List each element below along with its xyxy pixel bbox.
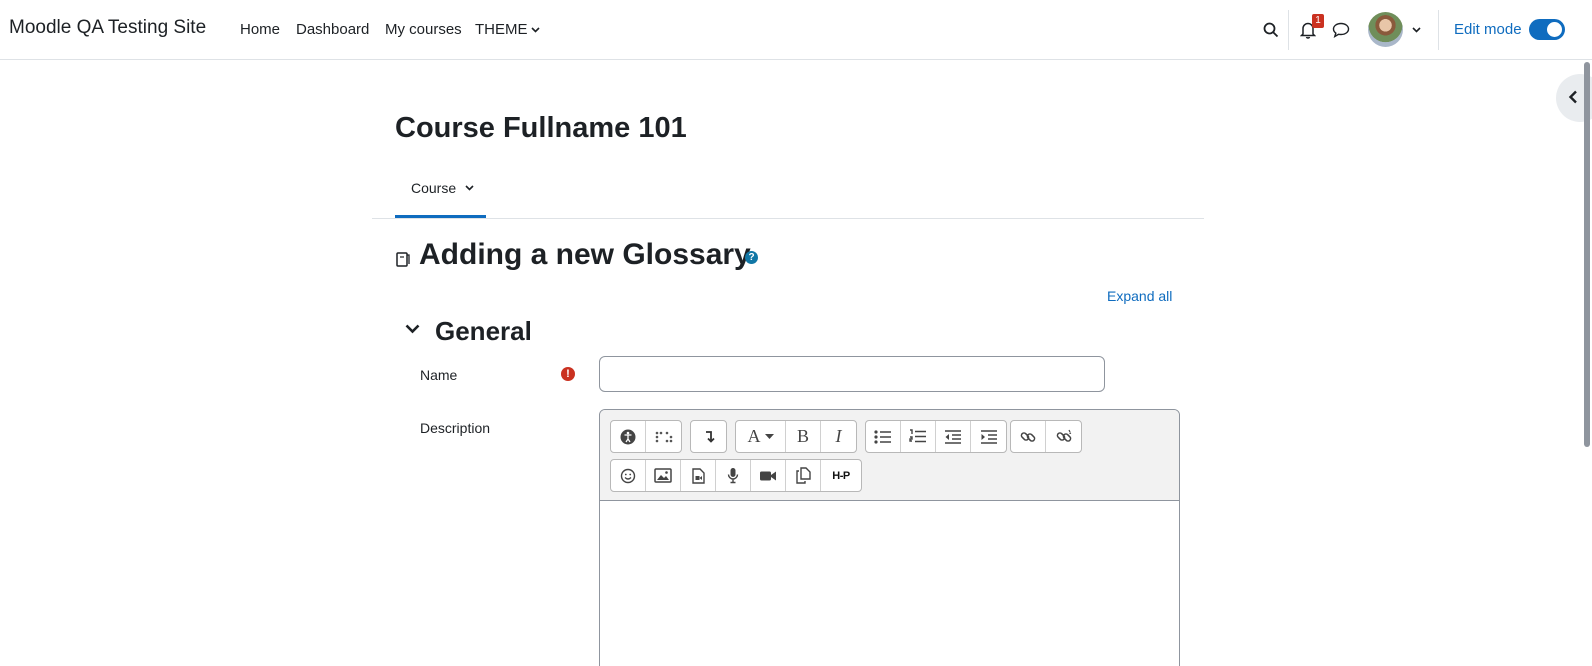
accessibility-checker-icon[interactable] <box>611 421 646 452</box>
unordered-list-icon[interactable] <box>866 421 901 452</box>
page-heading: Adding a new Glossary <box>419 238 751 271</box>
manage-files-icon[interactable] <box>786 460 821 491</box>
italic-icon[interactable]: I <box>821 421 856 452</box>
help-icon[interactable]: ? <box>745 251 758 264</box>
nav-theme-label: THEME <box>475 21 528 38</box>
edit-mode-label[interactable]: Edit mode <box>1454 21 1522 38</box>
record-video-icon[interactable] <box>751 460 786 491</box>
unlink-icon[interactable] <box>1046 421 1081 452</box>
nav-dashboard[interactable]: Dashboard <box>296 21 369 38</box>
description-editor: A B I H-P <box>599 409 1180 666</box>
font-style-label: A <box>747 426 761 446</box>
navbar-divider <box>1288 10 1289 50</box>
chevron-down-icon <box>530 27 540 33</box>
nav-home[interactable]: Home <box>240 21 280 38</box>
user-avatar[interactable] <box>1368 12 1403 47</box>
italic-label: I <box>835 426 842 446</box>
edit-mode-toggle[interactable] <box>1529 19 1565 40</box>
toolbar-group-accessibility <box>610 420 682 453</box>
expand-all-link[interactable]: Expand all <box>1107 288 1172 304</box>
editor-toolbar: A B I H-P <box>600 410 1179 501</box>
toolbar-group-insert: H-P <box>610 459 862 492</box>
toolbar-group-links <box>1010 420 1082 453</box>
tab-course[interactable]: Course <box>395 170 486 218</box>
section-general-title[interactable]: General <box>435 316 532 347</box>
nav-my-courses[interactable]: My courses <box>385 21 462 38</box>
image-icon[interactable] <box>646 460 681 491</box>
tab-divider <box>372 218 1204 219</box>
site-brand[interactable]: Moodle QA Testing Site <box>9 17 206 39</box>
toggle-knob <box>1547 22 1562 37</box>
emoji-icon[interactable] <box>611 460 646 491</box>
chevron-down-icon[interactable] <box>1412 27 1421 33</box>
search-icon[interactable] <box>1263 22 1279 38</box>
name-input[interactable] <box>599 356 1105 392</box>
bold-label: B <box>796 426 809 446</box>
bold-icon[interactable]: B <box>786 421 821 452</box>
navbar-divider <box>1438 10 1439 50</box>
screenreader-helper-icon[interactable] <box>646 421 681 452</box>
course-title: Course Fullname 101 <box>395 112 687 144</box>
description-label: Description <box>420 420 491 436</box>
toolbar-group-style: A B I <box>735 420 857 453</box>
record-audio-icon[interactable] <box>716 460 751 491</box>
name-label: Name <box>420 367 458 383</box>
h5p-icon[interactable]: H-P <box>821 460 861 491</box>
outdent-icon[interactable] <box>936 421 971 452</box>
nav-theme[interactable]: THEME <box>475 21 540 38</box>
glossary-icon <box>396 252 410 267</box>
h5p-label: H-P <box>832 469 850 482</box>
top-navbar: Moodle QA Testing Site Home Dashboard My… <box>0 0 1592 60</box>
toolbar-group-more <box>690 420 727 453</box>
chevron-down-icon[interactable] <box>405 324 420 334</box>
notification-count-badge: 1 <box>1312 14 1324 28</box>
toolbar-group-lists <box>865 420 1007 453</box>
page-scrollbar[interactable] <box>1584 62 1590 447</box>
chevron-down-icon <box>465 185 474 191</box>
media-icon[interactable] <box>681 460 716 491</box>
chat-bubble-icon[interactable] <box>1332 22 1350 38</box>
font-style-icon[interactable]: A <box>736 421 786 452</box>
ordered-list-icon[interactable] <box>901 421 936 452</box>
link-icon[interactable] <box>1011 421 1046 452</box>
show-more-icon[interactable] <box>691 421 726 452</box>
indent-icon[interactable] <box>971 421 1006 452</box>
required-icon: ! <box>561 367 575 381</box>
tab-course-label: Course <box>411 180 457 196</box>
chevron-left-icon <box>1568 90 1577 104</box>
